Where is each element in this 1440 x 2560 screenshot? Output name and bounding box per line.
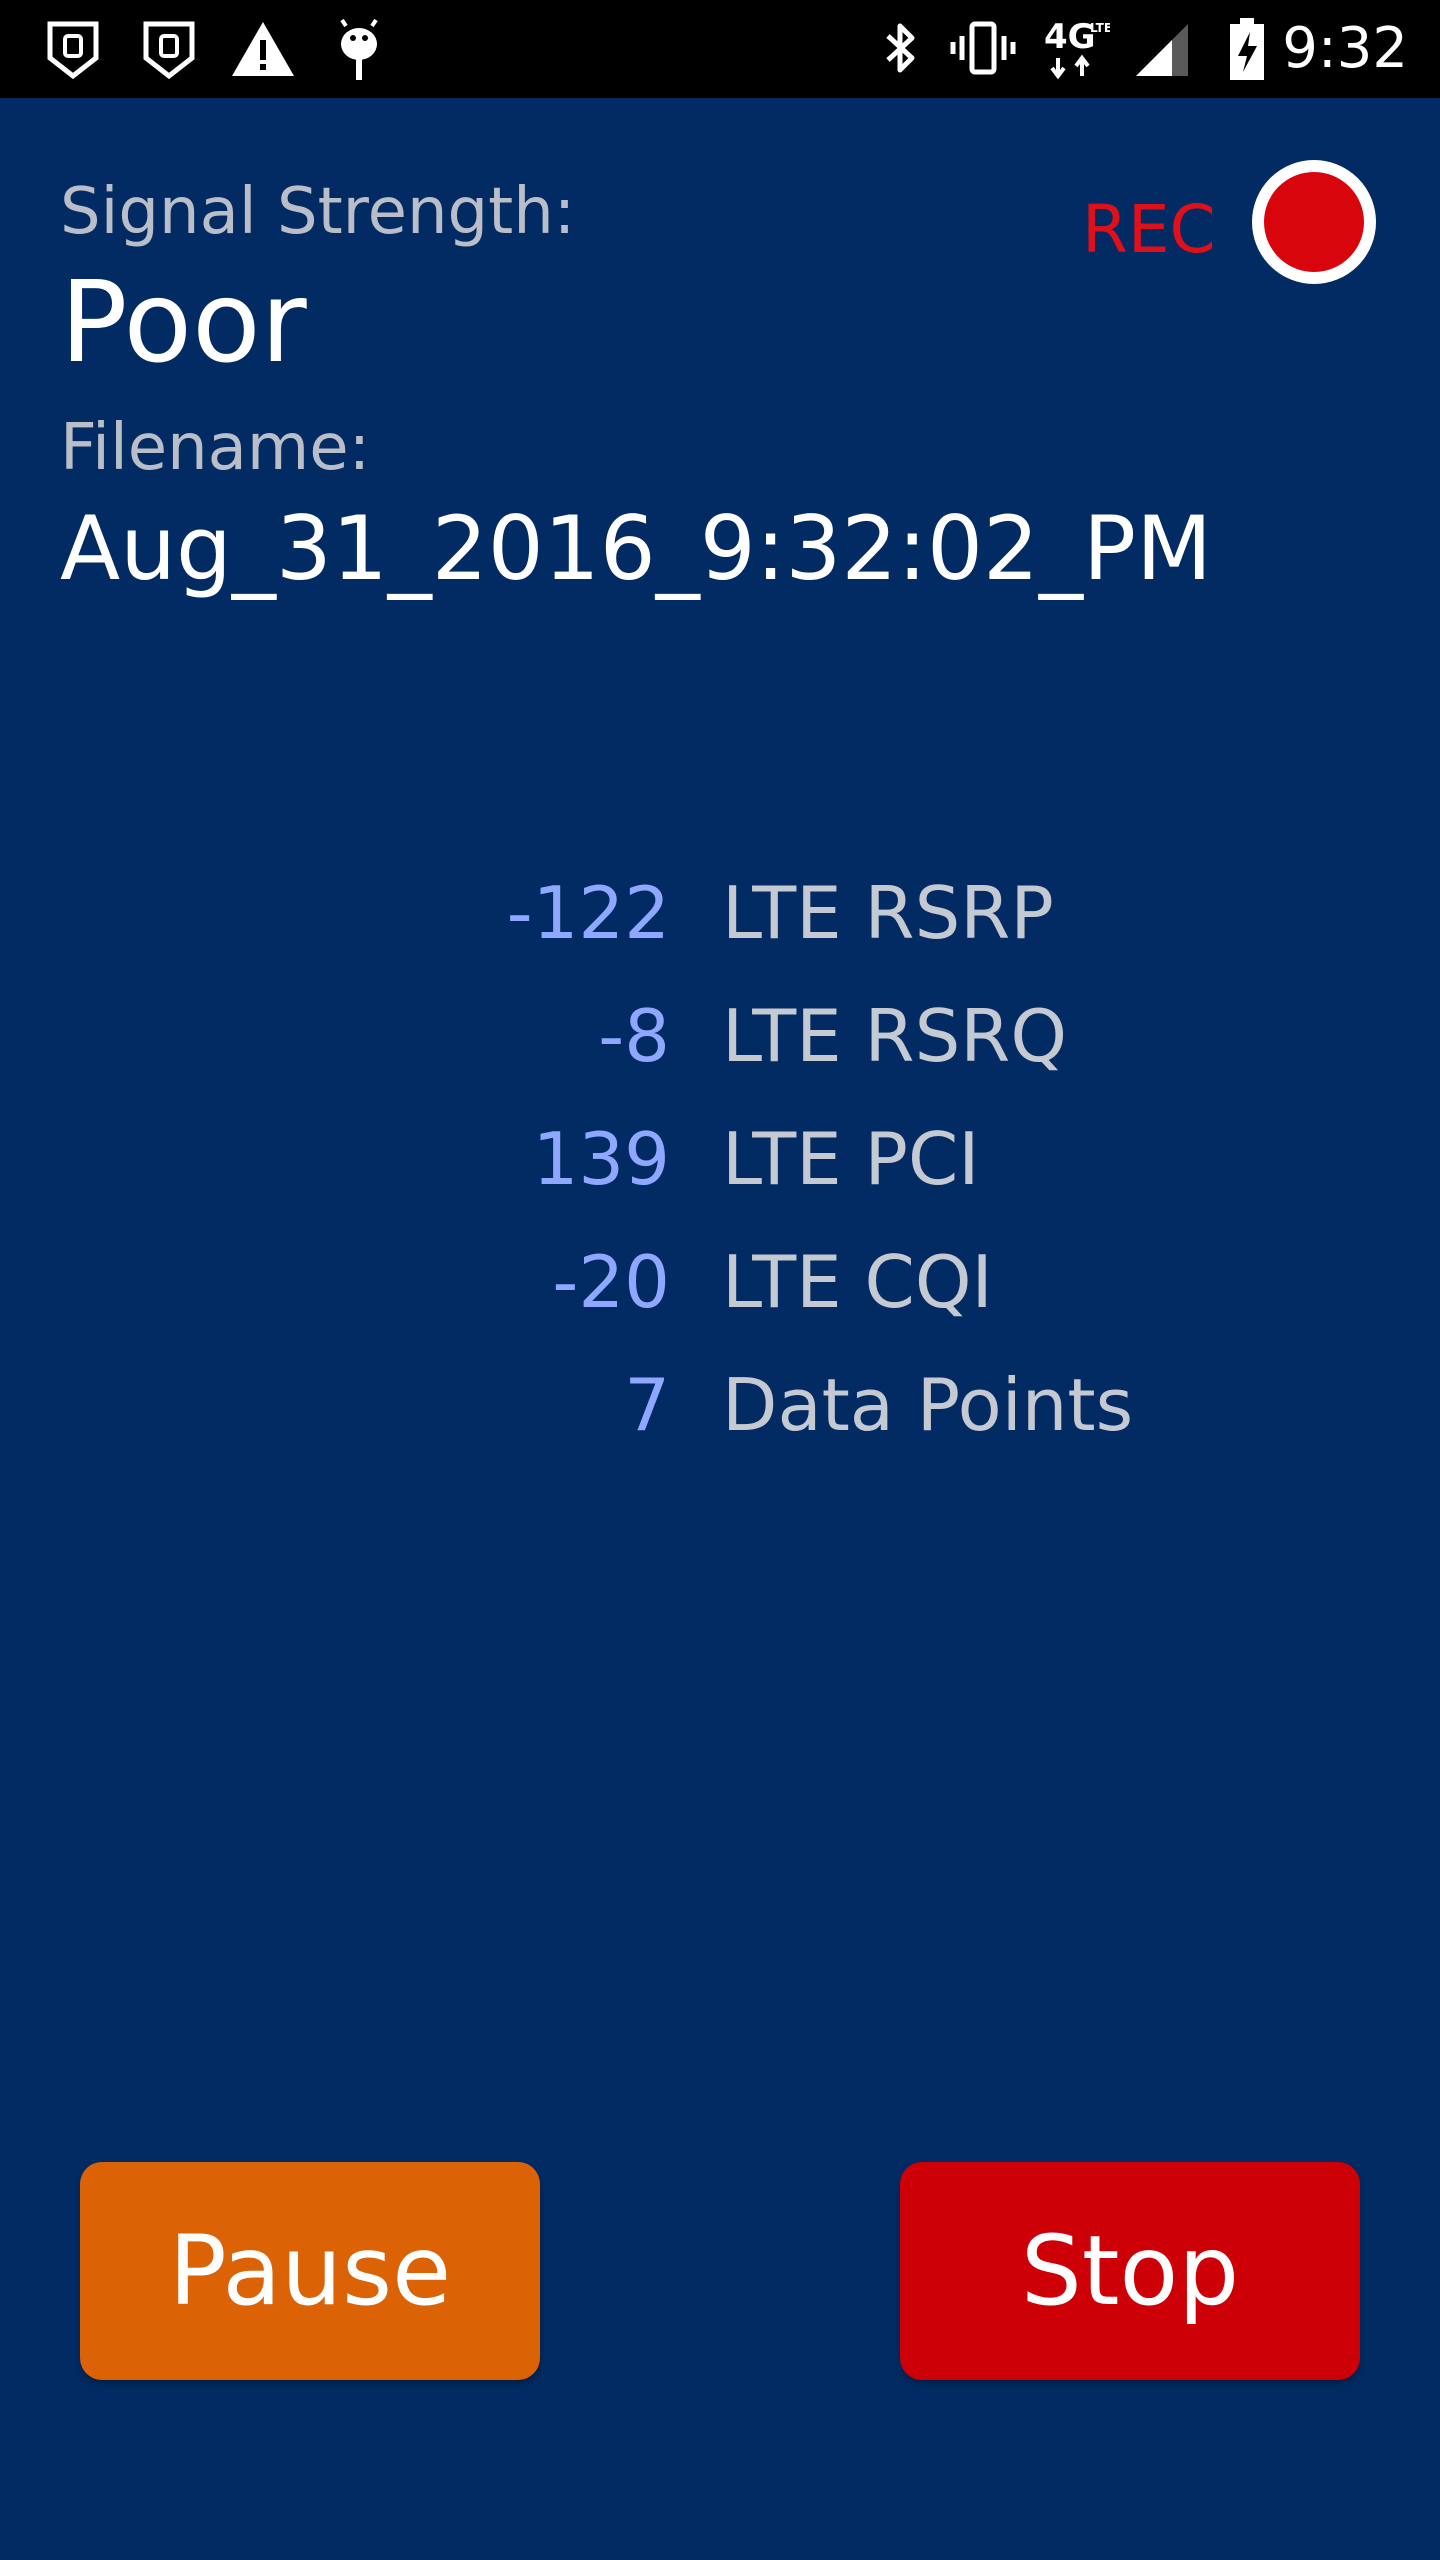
metric-label: Data Points bbox=[722, 1363, 1134, 1447]
metric-label: LTE RSRP bbox=[722, 871, 1054, 955]
metric-label: LTE PCI bbox=[722, 1117, 980, 1201]
metric-row-rsrp: -122 LTE RSRP bbox=[0, 858, 1440, 968]
clock-time: 9:32 bbox=[1282, 16, 1408, 81]
stop-button[interactable]: Stop bbox=[900, 2162, 1360, 2380]
rec-label: REC bbox=[1082, 191, 1216, 268]
android-debug-icon bbox=[324, 14, 394, 84]
record-indicator bbox=[1252, 160, 1376, 284]
status-bar: 4G LTE 9:32 bbox=[0, 0, 1440, 98]
signal-strength-value: Poor bbox=[60, 258, 307, 388]
lte-data-icon: 4G LTE bbox=[1040, 14, 1110, 84]
metric-value: 139 bbox=[532, 1117, 670, 1201]
shield-icon bbox=[38, 14, 108, 84]
svg-text:4G: 4G bbox=[1044, 17, 1096, 57]
filename-label: Filename: bbox=[60, 411, 371, 485]
metric-value: -122 bbox=[506, 871, 670, 955]
metric-row-cqi: -20 LTE CQI bbox=[0, 1227, 1440, 1337]
cell-signal-icon bbox=[1128, 14, 1198, 84]
warning-icon bbox=[228, 14, 298, 84]
signal-strength-label: Signal Strength: bbox=[60, 175, 576, 249]
shield-icon bbox=[134, 14, 204, 84]
filename-value: Aug_31_2016_9:32:02_PM bbox=[60, 497, 1212, 600]
metric-row-pci: 139 LTE PCI bbox=[0, 1104, 1440, 1214]
metric-row-rsrq: -8 LTE RSRQ bbox=[0, 981, 1440, 1091]
pause-button[interactable]: Pause bbox=[80, 2162, 540, 2380]
svg-text:LTE: LTE bbox=[1090, 21, 1110, 35]
metric-value: 7 bbox=[624, 1363, 670, 1447]
metric-value: -20 bbox=[552, 1240, 670, 1324]
vibrate-icon bbox=[948, 14, 1018, 84]
battery-charging-icon bbox=[1212, 14, 1282, 84]
metric-row-data-points: 7 Data Points bbox=[0, 1350, 1440, 1460]
metric-label: LTE CQI bbox=[722, 1240, 993, 1324]
bluetooth-icon bbox=[866, 14, 936, 84]
metric-value: -8 bbox=[598, 994, 670, 1078]
metric-label: LTE RSRQ bbox=[722, 994, 1067, 1078]
